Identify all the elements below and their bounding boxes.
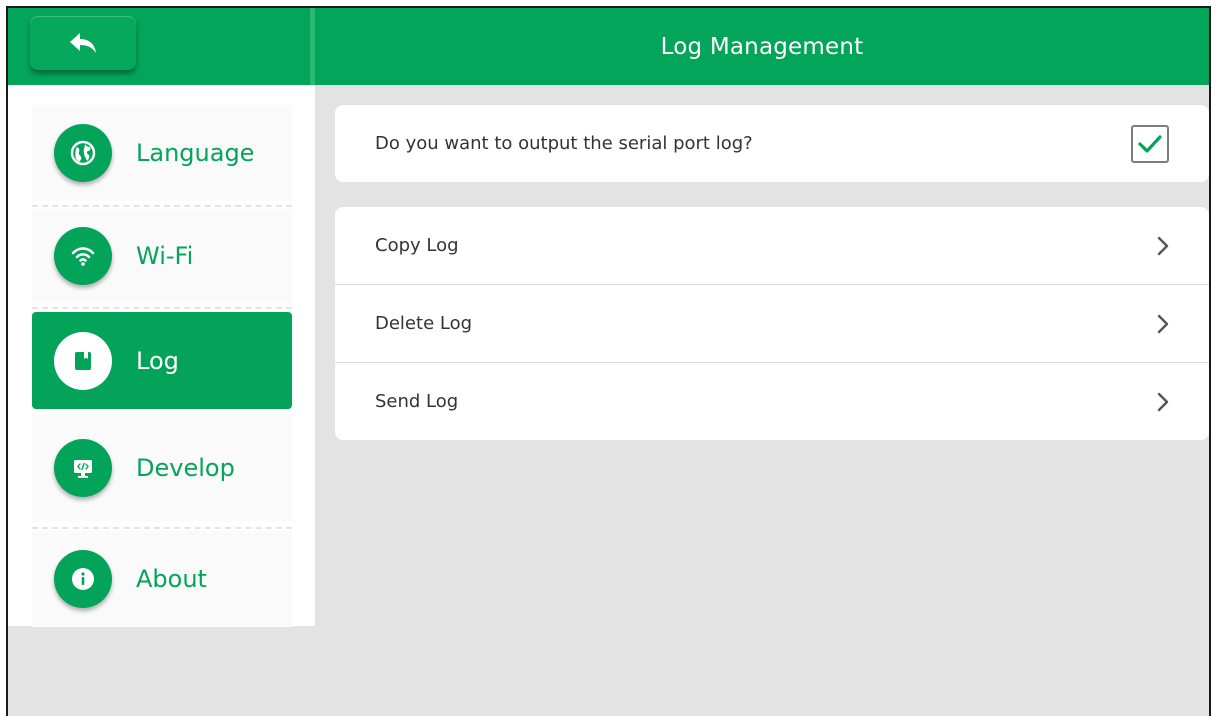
sidebar-item-wifi[interactable]: Wi-Fi [32,209,292,303]
send-log-row[interactable]: Send Log [335,363,1209,440]
main-content: Do you want to output the serial port lo… [315,85,1209,716]
sidebar-divider [32,527,292,529]
sidebar-icon-circle [54,124,112,182]
action-label: Copy Log [375,235,459,256]
back-arrow-icon [70,33,96,53]
app-window: Log Management Language Wi-Fi Log Develo… [6,6,1211,716]
sidebar-item-label: Log [136,346,179,375]
sidebar-item-develop[interactable]: Develop [32,415,292,521]
delete-log-row[interactable]: Delete Log [335,285,1209,362]
wifi-icon [71,247,95,266]
action-label: Delete Log [375,313,473,334]
serial-log-row: Do you want to output the serial port lo… [335,105,1209,182]
sidebar-divider [32,307,292,309]
chevron-right-icon [1157,314,1169,333]
sidebar-item-log[interactable]: Log [32,312,292,409]
sidebar-item-label: Develop [136,454,235,482]
sidebar-panel: Language Wi-Fi Log Develop About [8,85,315,627]
sidebar-icon-circle [54,550,112,608]
globe-icon [70,140,96,166]
serial-log-card: Do you want to output the serial port lo… [335,105,1209,182]
sidebar-item-language[interactable]: Language [32,105,292,201]
serial-log-question: Do you want to output the serial port lo… [375,133,753,154]
serial-log-checkbox[interactable] [1131,125,1169,163]
header-bar: Log Management [8,8,1209,85]
sidebar-icon-circle [54,331,112,390]
chevron-right-icon [1157,392,1169,411]
book-icon [75,351,91,370]
sidebar-item-about[interactable]: About [32,531,292,627]
sidebar-item-label: About [136,565,207,593]
chevron-right-icon [1157,236,1169,255]
action-label: Send Log [375,391,459,412]
code-monitor-icon [74,460,92,478]
log-actions-card: Copy Log Delete Log Send Log [335,207,1209,440]
sidebar: Language Wi-Fi Log Develop About [8,85,315,716]
header-left [8,8,310,85]
info-icon [72,568,94,590]
sidebar-icon-circle [54,439,112,497]
sidebar-item-label: Wi-Fi [136,242,194,270]
checkmark-icon [1138,135,1162,153]
page-title: Log Management [660,33,864,60]
sidebar-divider [32,205,292,207]
back-button[interactable] [30,16,136,70]
sidebar-item-label: Language [136,139,255,167]
copy-log-row[interactable]: Copy Log [335,207,1209,284]
sidebar-icon-circle [54,227,112,285]
